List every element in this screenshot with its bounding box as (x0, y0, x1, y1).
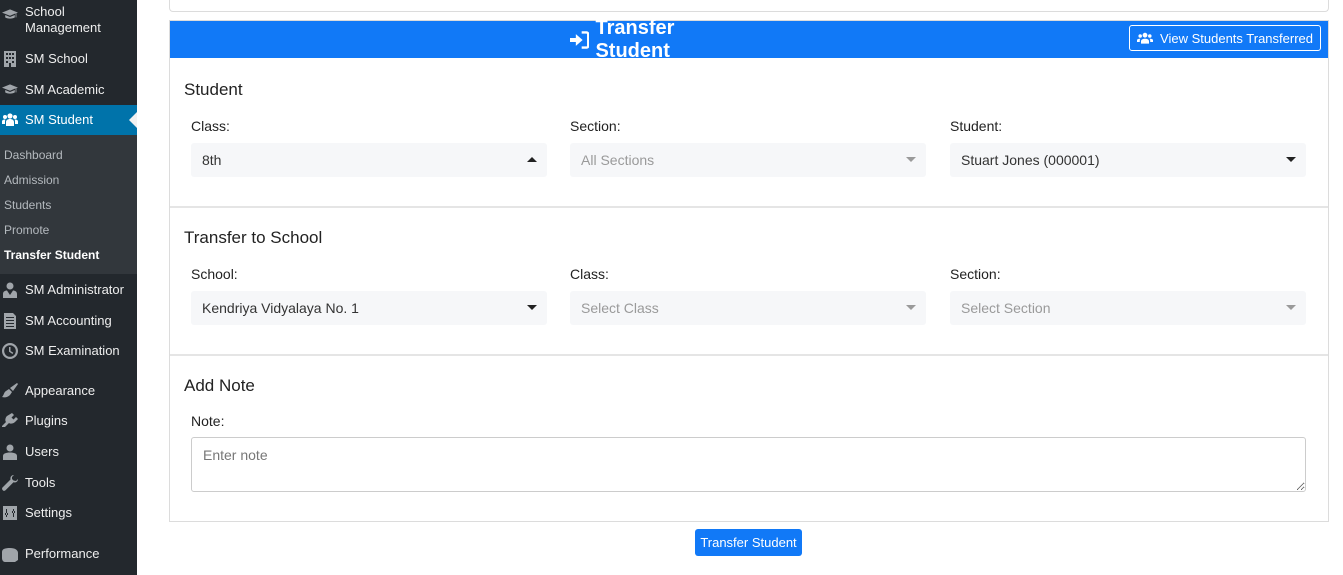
transfer-class-label: Class: (570, 266, 609, 282)
transfer-school-select[interactable]: Kendriya Vidyalaya No. 1 (191, 291, 547, 325)
student-class-label: Class: (191, 118, 230, 134)
users-icon (1, 111, 19, 129)
student-label: Student: (950, 118, 1002, 134)
select-value: 8th (202, 152, 221, 168)
submenu-item-students[interactable]: Students (4, 198, 51, 212)
caret-down-icon (906, 305, 916, 310)
transfer-section-label: Section: (950, 266, 1001, 282)
users-icon (1137, 32, 1153, 44)
transfer-class-select[interactable]: Select Class (570, 291, 926, 325)
select-value: Stuart Jones (000001) (961, 152, 1100, 168)
paintbrush-icon (1, 382, 19, 400)
menu-item-appearance[interactable]: Appearance (0, 382, 137, 400)
menu-item-label: Settings (25, 505, 72, 521)
student-section-label: Section: (570, 118, 621, 134)
section-divider (170, 206, 1328, 208)
graduation-cap-icon (1, 6, 19, 24)
menu-item-label: SM Student (25, 112, 93, 128)
wrench-icon (1, 474, 19, 492)
transfer-section-title: Transfer to School (184, 228, 322, 248)
menu-item-tools[interactable]: Tools (0, 474, 137, 492)
student-select[interactable]: Stuart Jones (000001) (950, 143, 1306, 177)
note-section-title: Add Note (184, 376, 255, 396)
caret-down-icon (1286, 157, 1296, 162)
document-icon (1, 312, 19, 330)
view-button-label: View Students Transferred (1160, 31, 1313, 46)
menu-item-sm-administrator[interactable]: SM Administrator (0, 281, 137, 299)
menu-item-label: SM Examination (25, 343, 120, 359)
menu-item-sm-academic[interactable]: SM Academic (0, 81, 137, 99)
select-value: Kendriya Vidyalaya No. 1 (202, 300, 359, 316)
menu-item-sm-student[interactable]: SM Student (0, 105, 137, 135)
performance-icon (1, 545, 19, 563)
active-indicator-arrow (129, 112, 137, 128)
submenu-item-transfer-student[interactable]: Transfer Student (4, 248, 99, 262)
select-value: Select Class (581, 300, 659, 316)
menu-item-label: SM Academic (25, 82, 104, 98)
previous-panel-edge (169, 0, 1329, 12)
menu-item-label: Performance (25, 546, 99, 562)
select-value: Select Section (961, 300, 1051, 316)
submenu-item-dashboard[interactable]: Dashboard (4, 148, 63, 162)
menu-item-users[interactable]: Users (0, 443, 137, 461)
graduation-cap-icon (1, 81, 19, 99)
student-class-select[interactable]: 8th (191, 143, 547, 177)
transfer-school-label: School: (191, 266, 238, 282)
admin-sidebar: School Management SM School SM Academic … (0, 0, 137, 575)
menu-item-label: SM School (25, 51, 88, 67)
menu-item-label: School Management (25, 4, 115, 36)
menu-item-settings[interactable]: Settings (0, 504, 137, 522)
sliders-icon (1, 504, 19, 522)
menu-item-label: Users (25, 444, 59, 460)
caret-up-icon (527, 157, 537, 162)
user-tie-icon (1, 281, 19, 299)
sign-in-icon (570, 31, 589, 49)
menu-item-sm-school[interactable]: SM School (0, 50, 137, 68)
select-value: All Sections (581, 152, 654, 168)
transfer-student-submit-button[interactable]: Transfer Student (695, 529, 802, 556)
caret-down-icon (1286, 305, 1296, 310)
section-divider (170, 354, 1328, 356)
building-icon (1, 50, 19, 68)
menu-item-performance[interactable]: Performance (0, 545, 137, 563)
clock-icon (1, 342, 19, 360)
note-label: Note: (191, 413, 224, 429)
menu-item-sm-accounting[interactable]: SM Accounting (0, 312, 137, 330)
menu-item-label: SM Accounting (25, 313, 112, 329)
menu-item-plugins[interactable]: Plugins (0, 412, 137, 430)
student-section-select[interactable]: All Sections (570, 143, 926, 177)
submenu-item-promote[interactable]: Promote (4, 223, 49, 237)
view-students-transferred-button[interactable]: View Students Transferred (1129, 25, 1321, 51)
student-submenu: Dashboard Admission Students Promote Tra… (0, 135, 137, 274)
menu-item-school-management[interactable]: School Management (0, 4, 137, 38)
menu-item-label: Appearance (25, 383, 95, 399)
panel-header: Transfer Student View Students Transferr… (170, 21, 1328, 58)
caret-down-icon (906, 157, 916, 162)
panel-title: Transfer Student (570, 21, 750, 58)
menu-item-label: Tools (25, 475, 55, 491)
note-textarea[interactable] (191, 437, 1306, 492)
submenu-item-admission[interactable]: Admission (4, 173, 59, 187)
student-section-title: Student (184, 80, 243, 100)
menu-item-sm-examination[interactable]: SM Examination (0, 342, 137, 360)
caret-down-icon (527, 305, 537, 310)
menu-item-label: Plugins (25, 413, 68, 429)
transfer-student-panel: Transfer Student View Students Transferr… (169, 20, 1329, 522)
menu-item-label: SM Administrator (25, 282, 124, 298)
transfer-section-select[interactable]: Select Section (950, 291, 1306, 325)
panel-title-text: Transfer Student (595, 17, 750, 63)
user-icon (1, 443, 19, 461)
plug-icon (1, 412, 19, 430)
